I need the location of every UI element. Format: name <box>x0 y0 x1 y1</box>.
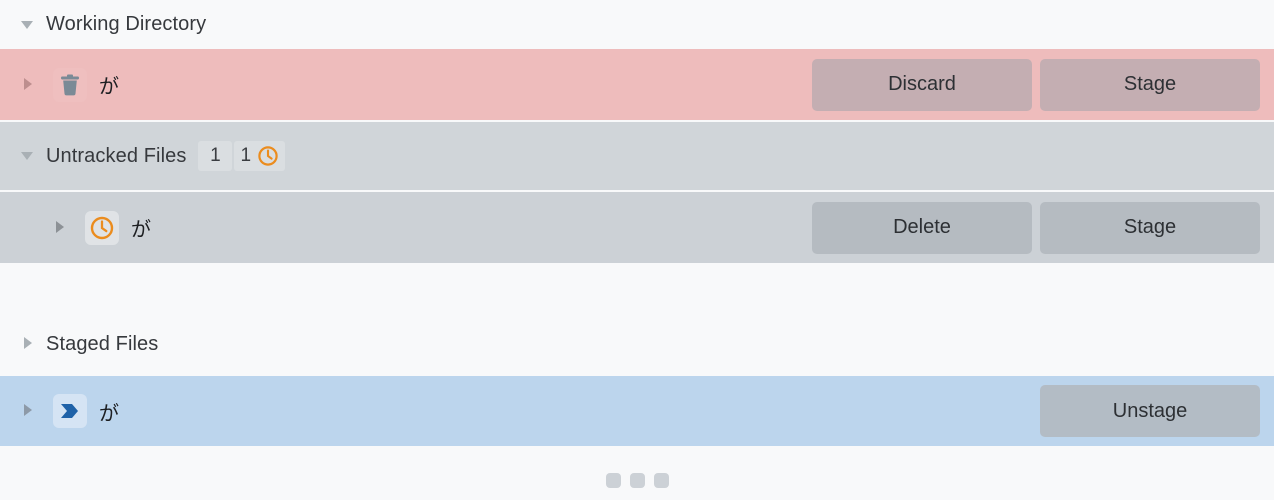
file-row-working-directory[interactable]: が Discard Stage <box>0 49 1274 120</box>
untracked-pending-badge: 1 <box>234 141 286 171</box>
untracked-count-value: 1 <box>210 145 221 166</box>
progress-dot <box>629 473 645 488</box>
row-actions-untracked: Delete Stage <box>812 201 1260 254</box>
row-actions-working-directory: Discard Stage <box>812 58 1260 111</box>
progress-dot <box>653 473 669 488</box>
triangle-right-icon[interactable] <box>52 220 68 236</box>
untracked-count-badge: 1 <box>198 141 233 171</box>
file-name-untracked: が <box>131 219 151 241</box>
file-name-staged: が <box>99 402 119 425</box>
triangle-down-icon[interactable] <box>20 148 36 164</box>
triangle-right-icon[interactable] <box>20 77 36 93</box>
triangle-right-icon[interactable] <box>20 403 36 419</box>
file-row-staged[interactable]: が Unstage <box>0 376 1274 446</box>
section-title-untracked-files: Untracked Files <box>46 144 187 167</box>
section-title-working-directory: Working Directory <box>46 13 207 35</box>
delete-button[interactable]: Delete <box>812 201 1032 254</box>
row-actions-staged: Unstage <box>1040 385 1260 437</box>
discard-button[interactable]: Discard <box>812 58 1032 111</box>
file-name-working-directory: が <box>99 76 119 98</box>
source-control-panel: Working Directory が Discard Stage Untrac… <box>0 0 1274 500</box>
progress-indicator <box>0 473 1274 488</box>
clock-icon <box>85 210 119 245</box>
untracked-badges: 1 1 <box>198 141 286 171</box>
section-header-staged-files[interactable]: Staged Files <box>0 320 1274 368</box>
trash-icon <box>53 67 87 102</box>
section-header-untracked-files[interactable]: Untracked Files 1 1 <box>0 122 1274 190</box>
progress-dot <box>605 473 621 488</box>
triangle-down-icon[interactable] <box>20 17 36 33</box>
clock-icon <box>257 145 279 167</box>
triangle-right-icon[interactable] <box>20 336 36 352</box>
stage-button-working-directory[interactable]: Stage <box>1040 58 1260 111</box>
section-header-working-directory[interactable]: Working Directory <box>0 0 1274 49</box>
chevron-right-badge-icon <box>53 394 87 428</box>
file-row-untracked[interactable]: が Delete Stage <box>0 192 1274 263</box>
section-title-staged-files: Staged Files <box>46 332 159 355</box>
unstage-button[interactable]: Unstage <box>1040 385 1260 437</box>
stage-button-untracked[interactable]: Stage <box>1040 201 1260 254</box>
untracked-pending-value: 1 <box>240 145 252 166</box>
